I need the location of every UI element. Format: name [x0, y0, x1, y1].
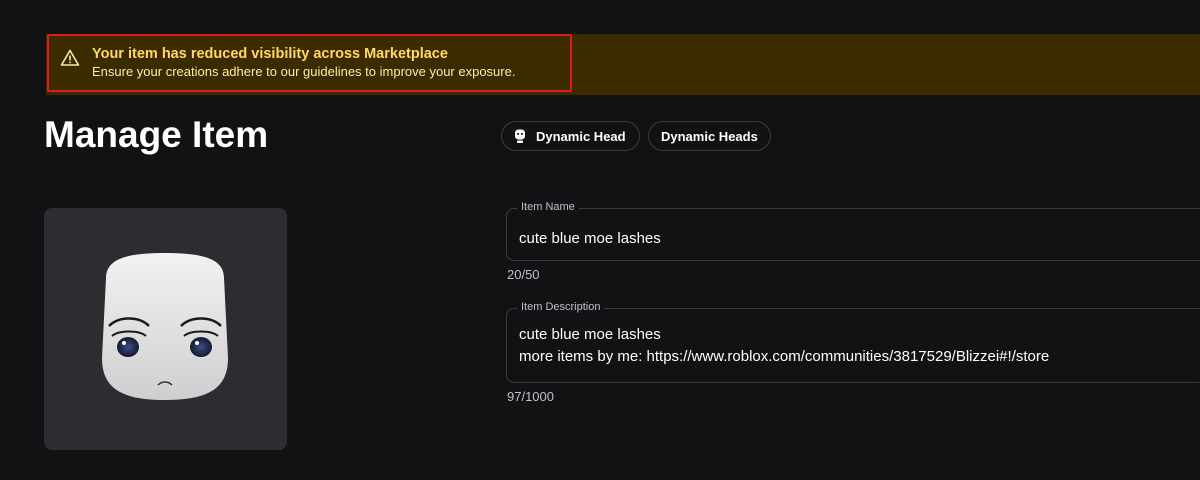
banner-title: Your item has reduced visibility across …	[92, 46, 448, 62]
page-title: Manage Item	[44, 114, 269, 155]
item-description-field[interactable]: Item Description cute blue moe lashes mo…	[506, 301, 1200, 383]
chip-dynamic-head[interactable]: Dynamic Head	[501, 121, 640, 151]
chip-label: Dynamic Head	[536, 128, 626, 144]
chip-dynamic-heads[interactable]: Dynamic Heads	[648, 121, 771, 151]
item-name-counter: 20/50	[507, 267, 540, 282]
description-line: more items by me: https://www.roblox.com…	[519, 348, 1050, 365]
item-name-field[interactable]: Item Name cute blue moe lashes	[506, 201, 1200, 261]
dynamic-head-icon	[512, 128, 528, 144]
item-description-counter: 97/1000	[507, 389, 554, 404]
banner-subtitle: Ensure your creations adhere to our guid…	[92, 64, 516, 79]
warning-triangle-icon	[60, 48, 80, 68]
item-description-label: Item Description	[517, 301, 605, 313]
banner-highlight-outline	[47, 34, 572, 92]
item-thumbnail	[44, 208, 287, 450]
item-name-label: Item Name	[517, 201, 579, 213]
item-description-value[interactable]: cute blue moe lashes more items by me: h…	[519, 324, 1049, 368]
dynamic-head-thumbnail	[102, 253, 228, 400]
item-name-value[interactable]: cute blue moe lashes	[519, 228, 661, 250]
manage-item-page: Your item has reduced visibility across …	[0, 0, 1200, 480]
chip-label: Dynamic Heads	[661, 128, 758, 144]
description-line: cute blue moe lashes	[519, 326, 661, 343]
